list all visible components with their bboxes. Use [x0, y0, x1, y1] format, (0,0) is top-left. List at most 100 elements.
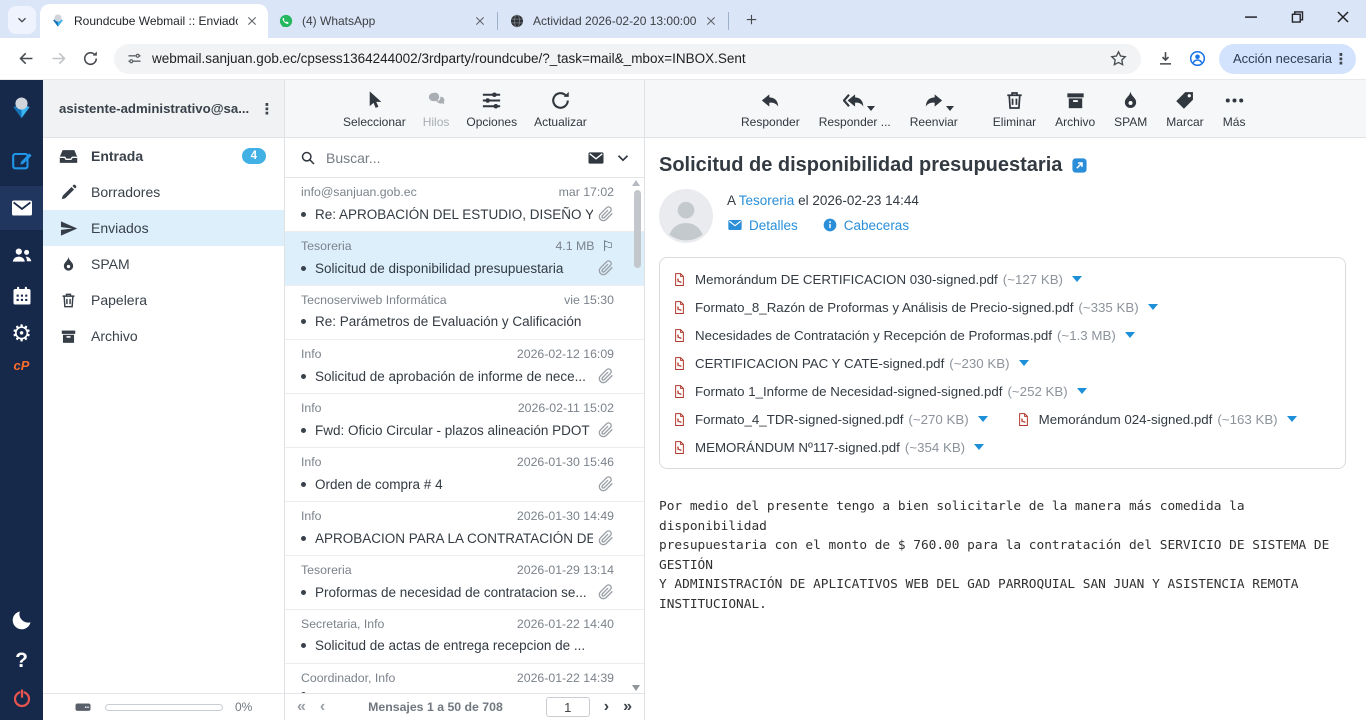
attachment-item[interactable]: Formato_8_Razón de Proformas y Análisis … [672, 299, 1158, 316]
browser-tab-whatsapp[interactable]: (4) WhatsApp [268, 4, 496, 38]
dark-mode-moon-icon[interactable] [10, 608, 34, 632]
threads-button[interactable]: Hilos [423, 89, 450, 129]
attachment-menu-caret-icon[interactable] [1148, 304, 1158, 310]
attachment-menu-caret-icon[interactable] [1072, 276, 1082, 282]
compose-icon[interactable] [10, 149, 34, 173]
refresh-button[interactable]: Actualizar [534, 89, 587, 129]
scroll-up-icon[interactable] [632, 180, 640, 186]
message-rows: info@sanjuan.gob.ecmar 17:02 Re: APROBAC… [285, 178, 644, 693]
attachment-menu-caret-icon[interactable] [1077, 388, 1087, 394]
select-button[interactable]: Seleccionar [343, 89, 406, 129]
browser-tab-roundcube[interactable]: Roundcube Webmail :: Enviados [40, 4, 268, 38]
page-number-input[interactable] [546, 697, 590, 717]
last-page-icon[interactable]: » [623, 699, 632, 715]
trash-icon [59, 291, 78, 310]
logout-power-icon[interactable] [10, 686, 34, 710]
close-tab-icon[interactable] [472, 13, 488, 29]
list-scrollbar[interactable] [634, 190, 641, 268]
recipient-link[interactable]: Tesoreria [739, 193, 795, 208]
search-input[interactable] [326, 150, 578, 166]
list-item[interactable]: Tecnoserviweb Informáticavie 15:30 Re: P… [285, 286, 644, 340]
browser-menu-icon[interactable]: ⋮ [1332, 50, 1350, 68]
reply-button[interactable]: Responder [741, 89, 800, 129]
action-needed-button[interactable]: Acción necesaria ⋮ [1219, 44, 1356, 74]
attachment-item[interactable]: CERTIFICACION PAC Y CATE-signed.pdf (~23… [672, 355, 1029, 372]
attachment-menu-caret-icon[interactable] [978, 416, 988, 422]
list-item-selected[interactable]: Tesoreria4.1 MB⚐ Solicitud de disponibil… [285, 232, 644, 286]
attachment-item[interactable]: Formato_4_TDR-signed-signed.pdf (~270 KB… [672, 411, 988, 428]
folder-sent[interactable]: Enviados [43, 210, 284, 246]
search-options-chevron-icon[interactable] [614, 149, 632, 167]
attachment-menu-caret-icon[interactable] [1125, 332, 1135, 338]
more-button[interactable]: Más [1223, 89, 1246, 129]
options-button[interactable]: Opciones [466, 89, 517, 129]
address-bar[interactable]: webmail.sanjuan.gob.ec/cpsess1364244002/… [114, 44, 1141, 74]
dropdown-caret-icon[interactable] [946, 106, 954, 111]
flag-icon[interactable]: ⚐ [601, 239, 614, 253]
folder-archive[interactable]: Archivo [43, 318, 284, 354]
first-page-icon[interactable]: « [297, 699, 306, 715]
contacts-icon[interactable] [10, 243, 34, 267]
scroll-down-icon[interactable] [632, 685, 640, 691]
minimize-button[interactable] [1228, 0, 1274, 34]
folder-inbox[interactable]: Entrada 4 [43, 138, 284, 174]
settings-gear-icon[interactable]: ⚙ [10, 321, 34, 347]
tab-search-button[interactable] [8, 6, 36, 34]
restore-button[interactable] [1274, 0, 1320, 34]
folder-trash[interactable]: Papelera [43, 282, 284, 318]
next-page-icon[interactable]: › [604, 699, 609, 715]
prev-page-icon[interactable]: ‹ [320, 699, 325, 715]
forward-button[interactable]: Reenviar [910, 89, 958, 129]
mail-nav-selected[interactable] [0, 186, 43, 230]
list-item[interactable]: Info2026-01-30 14:49 APROBACION PARA LA … [285, 502, 644, 556]
calendar-icon[interactable] [10, 284, 34, 308]
bookmark-star-icon[interactable] [1109, 49, 1129, 69]
forward-button[interactable] [42, 43, 74, 75]
back-button[interactable] [10, 43, 42, 75]
profile-icon[interactable] [1181, 43, 1213, 75]
downloads-icon[interactable] [1149, 43, 1181, 75]
list-item[interactable]: Secretaria, Info2026-01-22 14:40 Solicit… [285, 610, 644, 664]
close-tab-icon[interactable] [244, 13, 260, 29]
attachment-menu-caret-icon[interactable] [974, 444, 984, 450]
folder-spam[interactable]: SPAM [43, 246, 284, 282]
details-toggle[interactable]: Detalles [727, 217, 798, 233]
help-icon[interactable]: ? [15, 649, 28, 673]
close-window-button[interactable] [1320, 0, 1366, 34]
archive-button[interactable]: Archivo [1055, 89, 1095, 129]
tab-title: (4) WhatsApp [302, 14, 466, 28]
new-tab-button[interactable] [738, 6, 764, 32]
attachment-menu-caret-icon[interactable] [1019, 360, 1029, 366]
folder-drafts[interactable]: Borradores [43, 174, 284, 210]
reply-all-button[interactable]: Responder ... [819, 89, 891, 129]
attachment-item[interactable]: Formato 1_Informe de Necesidad-signed-si… [672, 383, 1087, 400]
site-settings-icon[interactable] [126, 50, 143, 67]
cpanel-icon[interactable]: cP [14, 358, 30, 373]
browser-tab-actividad[interactable]: Actividad 2026-02-20 13:00:00 [499, 4, 727, 38]
dropdown-caret-icon[interactable] [867, 106, 875, 111]
mark-button[interactable]: Marcar [1166, 89, 1203, 129]
attachment-item[interactable]: MEMORÁNDUM Nº117-signed.pdf (~354 KB) [672, 439, 984, 456]
attachment-menu-caret-icon[interactable] [1287, 416, 1297, 422]
headers-toggle[interactable]: Cabeceras [822, 217, 909, 233]
attachment-item[interactable]: Memorándum 024-signed.pdf (~163 KB) [1016, 411, 1297, 428]
message-header: A Tesoreria el 2026-02-23 14:44 Detalles [659, 189, 1346, 243]
open-in-new-window-icon[interactable] [1071, 157, 1088, 174]
spam-button[interactable]: SPAM [1114, 89, 1147, 129]
reload-button[interactable] [74, 43, 106, 75]
list-item[interactable]: Tesoreria2026-01-29 13:14 Proformas de n… [285, 556, 644, 610]
list-item[interactable]: Info2026-02-11 15:02 Fwd: Oficio Circula… [285, 394, 644, 448]
account-menu-icon[interactable]: ⋮ [258, 100, 276, 118]
list-item[interactable]: Coordinador, Info2026-01-22 14:39 [285, 664, 644, 693]
close-tab-icon[interactable] [703, 13, 719, 29]
browser-tab-strip: Roundcube Webmail :: Enviados (4) WhatsA… [0, 0, 1366, 38]
attachment-item[interactable]: Memorándum DE CERTIFICACION 030-signed.p… [672, 271, 1082, 288]
list-item[interactable]: info@sanjuan.gob.ecmar 17:02 Re: APROBAC… [285, 178, 644, 232]
list-item[interactable]: Info2026-01-30 15:46 Orden de compra # 4 [285, 448, 644, 502]
attachment-item[interactable]: Necesidades de Contratación y Recepción … [672, 327, 1135, 344]
list-item[interactable]: Info2026-02-12 16:09 Solicitud de aproba… [285, 340, 644, 394]
scope-envelope-icon[interactable] [587, 149, 605, 167]
delete-button[interactable]: Eliminar [993, 89, 1036, 129]
search-icon [299, 149, 317, 167]
account-header[interactable]: asistente-administrativo@sa... ⋮ [43, 80, 284, 138]
